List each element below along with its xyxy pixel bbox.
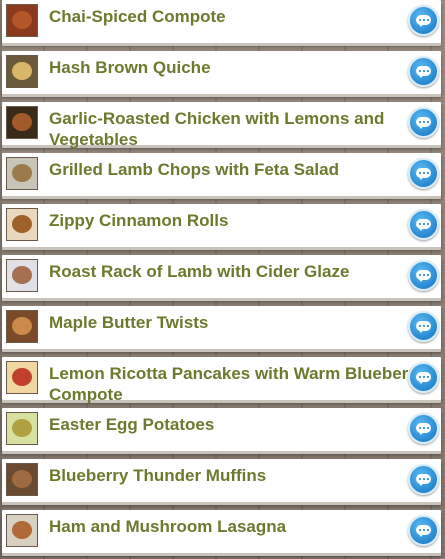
recipe-title: Garlic-Roasted Chicken with Lemons and V… — [49, 109, 385, 149]
recipe-title: Blueberry Thunder Muffins — [49, 466, 267, 485]
chat-bubble-button[interactable] — [408, 311, 439, 342]
food-image — [12, 11, 32, 29]
chat-bubble-button[interactable] — [408, 56, 439, 87]
food-image — [12, 266, 32, 284]
list-item[interactable]: Ham and Mushroom Lasagna — [2, 510, 441, 553]
recipe-thumbnail — [6, 259, 38, 292]
food-image — [12, 215, 32, 233]
list-item[interactable]: Zippy Cinnamon Rolls — [2, 204, 441, 247]
food-image — [12, 419, 32, 437]
recipe-thumbnail — [6, 55, 38, 88]
list-item[interactable]: Garlic-Roasted Chicken with Lemons and V… — [2, 102, 441, 149]
recipe-thumbnail — [6, 514, 38, 547]
recipe-title: Maple Butter Twists — [49, 313, 209, 332]
recipe-title: Chai-Spiced Compote — [49, 7, 226, 26]
food-image — [12, 368, 32, 386]
list-item[interactable]: Lemon Ricotta Pancakes with Warm Blueber… — [2, 357, 441, 404]
chat-bubble-button[interactable] — [408, 464, 439, 495]
chat-bubble-button[interactable] — [408, 158, 439, 189]
list-item[interactable]: Maple Butter Twists — [2, 306, 441, 349]
chat-bubble-button[interactable] — [408, 5, 439, 36]
food-image — [12, 521, 32, 539]
recipe-thumbnail — [6, 463, 38, 496]
recipe-title: Easter Egg Potatoes — [49, 415, 215, 434]
chat-bubble-button[interactable] — [408, 209, 439, 240]
list-item[interactable]: Grilled Lamb Chops with Feta Salad — [2, 153, 441, 196]
food-image — [12, 317, 32, 335]
recipe-thumbnail — [6, 310, 38, 343]
recipe-thumbnail — [6, 412, 38, 445]
chat-bubble-button[interactable] — [408, 413, 439, 444]
list-item[interactable]: Roast Rack of Lamb with Cider Glaze — [2, 255, 441, 298]
list-item[interactable]: Easter Egg Potatoes — [2, 408, 441, 451]
recipe-title: Roast Rack of Lamb with Cider Glaze — [49, 262, 350, 281]
food-image — [12, 113, 32, 131]
recipe-title: Lemon Ricotta Pancakes with Warm Blueber… — [49, 364, 425, 404]
food-image — [12, 62, 32, 80]
recipe-title: Grilled Lamb Chops with Feta Salad — [49, 160, 339, 179]
recipe-thumbnail — [6, 208, 38, 241]
list-item[interactable]: Blueberry Thunder Muffins — [2, 459, 441, 502]
recipe-thumbnail — [6, 4, 38, 37]
chat-bubble-button[interactable] — [408, 362, 439, 393]
recipe-thumbnail — [6, 106, 38, 139]
list-item[interactable]: Chai-Spiced Compote — [2, 0, 441, 43]
chat-bubble-button[interactable] — [408, 515, 439, 546]
recipe-thumbnail — [6, 361, 38, 394]
list-item[interactable]: Hash Brown Quiche — [2, 51, 441, 94]
chat-bubble-button[interactable] — [408, 260, 439, 291]
recipe-title: Hash Brown Quiche — [49, 58, 211, 77]
chat-bubble-button[interactable] — [408, 107, 439, 138]
recipe-thumbnail — [6, 157, 38, 190]
recipe-title: Zippy Cinnamon Rolls — [49, 211, 229, 230]
recipe-list: Chai-Spiced Compote Hash Brown Quiche Garl… — [0, 0, 445, 559]
food-image — [12, 470, 32, 488]
recipe-title: Ham and Mushroom Lasagna — [49, 517, 287, 536]
food-image — [12, 164, 32, 182]
